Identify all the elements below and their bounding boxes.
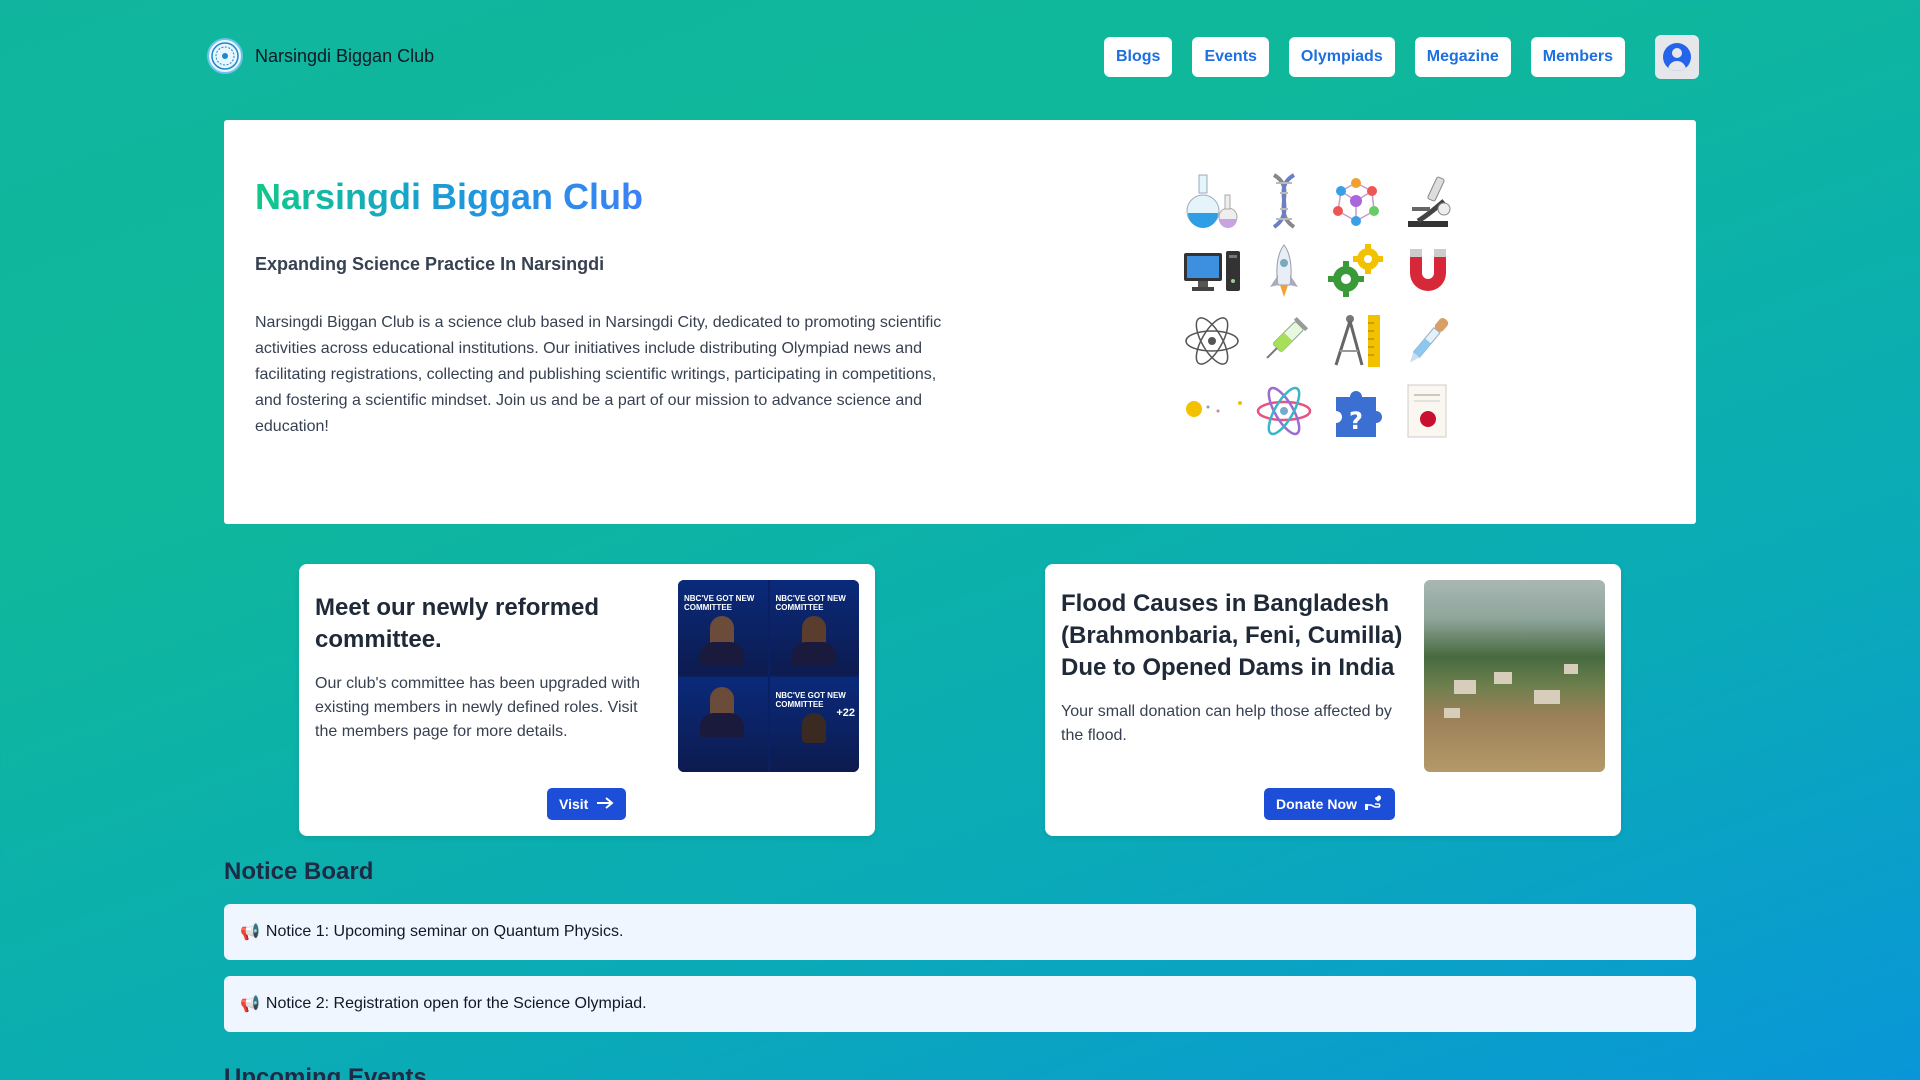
dna-icon <box>1248 166 1320 236</box>
magnet-icon <box>1392 236 1464 306</box>
puzzle-question-icon: ? <box>1320 376 1392 446</box>
nav-olympiads[interactable]: Olympiads <box>1288 37 1395 77</box>
rocket-icon <box>1248 236 1320 306</box>
notice-item[interactable]: 📢 Notice 1: Upcoming seminar on Quantum … <box>224 904 1696 960</box>
atom-icon <box>1176 306 1248 376</box>
compass-ruler-icon <box>1320 306 1392 376</box>
microscope-icon <box>1392 166 1464 236</box>
science-icons-grid: ? <box>1176 166 1466 446</box>
diploma-icon <box>1392 376 1464 446</box>
computer-icon <box>1176 236 1248 306</box>
dropper-icon <box>1392 306 1464 376</box>
flood-card-text: Your small donation can help those affec… <box>1061 703 1392 744</box>
svg-text:?: ? <box>1349 407 1363 435</box>
atom-color-icon <box>1248 376 1320 446</box>
hand-heart-icon <box>1364 794 1383 814</box>
poster-heading: NBC'VE GOT NEW COMMITTEE <box>684 594 755 612</box>
committee-poster-image: NBC'VE GOT NEW COMMITTEE NBC'VE GOT NEW … <box>678 580 859 772</box>
molecule-icon <box>1320 166 1392 236</box>
navbar: Narsingdi Biggan Club Blogs Events Olymp… <box>0 0 1920 114</box>
hero-subtitle: Expanding Science Practice In Narsingdi <box>255 254 605 274</box>
nav-events[interactable]: Events <box>1192 37 1269 77</box>
notice-board-heading: Notice Board <box>224 858 374 885</box>
flasks-icon <box>1176 166 1248 236</box>
committee-card-text: Our club's committee has been upgraded w… <box>315 675 641 740</box>
visit-button-label: Visit <box>559 796 589 812</box>
notice-text: Notice 1: Upcoming seminar on Quantum Ph… <box>265 923 624 940</box>
club-logo-icon <box>207 38 243 74</box>
poster-heading: NBC'VE GOT NEW COMMITTEE <box>775 594 846 612</box>
nav-megazine[interactable]: Megazine <box>1414 37 1511 77</box>
committee-card-title: Meet our newly reformed committee. <box>315 594 600 653</box>
arrow-right-icon <box>596 796 614 812</box>
notice-text: Notice 2: Registration open for the Scie… <box>265 995 647 1012</box>
nav-blogs[interactable]: Blogs <box>1104 37 1173 77</box>
flood-card-title: Flood Causes in Bangladesh (Brahmonbaria… <box>1061 590 1403 681</box>
donate-button[interactable]: Donate Now <box>1264 788 1395 820</box>
hero-title: Narsingdi Biggan Club <box>255 176 644 217</box>
committee-card: Meet our newly reformed committee. Our c… <box>299 564 875 836</box>
poster-more-count: +22 <box>836 707 855 719</box>
brand-name: Narsingdi Biggan Club <box>255 45 435 66</box>
profile-button[interactable] <box>1655 35 1699 79</box>
syringe-icon <box>1248 306 1320 376</box>
upcoming-events-heading: Upcoming Events <box>224 1064 427 1080</box>
visit-button[interactable]: Visit <box>547 788 627 820</box>
megaphone-icon: 📢 <box>240 924 260 941</box>
megaphone-icon: 📢 <box>240 996 260 1013</box>
donate-button-label: Donate Now <box>1276 796 1357 812</box>
nav-links: Blogs Events Olympiads Megazine Members <box>1104 37 1625 77</box>
hero-section: Narsingdi Biggan Club Expanding Science … <box>224 120 1696 524</box>
flood-photo <box>1424 580 1605 772</box>
solar-system-icon <box>1176 376 1248 446</box>
user-avatar-icon <box>1663 43 1691 71</box>
nav-members[interactable]: Members <box>1530 37 1625 77</box>
gears-icon <box>1320 236 1392 306</box>
notice-item[interactable]: 📢 Notice 2: Registration open for the Sc… <box>224 976 1696 1032</box>
flood-card: Flood Causes in Bangladesh (Brahmonbaria… <box>1045 564 1621 836</box>
hero-description: Narsingdi Biggan Club is a science club … <box>255 314 942 435</box>
brand-link[interactable]: Narsingdi Biggan Club <box>207 38 434 74</box>
